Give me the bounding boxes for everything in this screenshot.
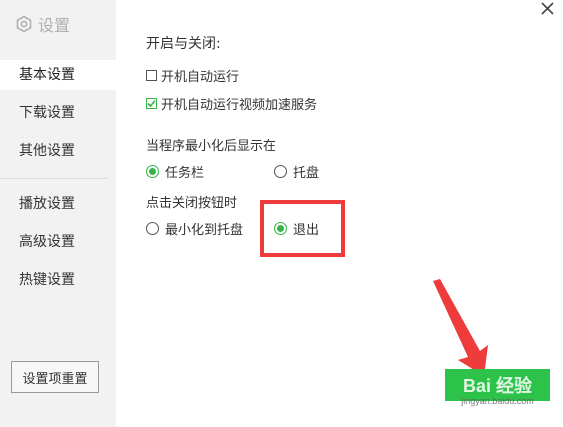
close-minimize-tray-radio[interactable] [146, 222, 159, 235]
sidebar-item-download[interactable]: 下载设置 [0, 98, 116, 128]
minimize-tray-radio-row[interactable]: 托盘 [274, 162, 319, 181]
sidebar-item-advanced[interactable]: 高级设置 [0, 227, 116, 257]
checkmark-icon [147, 99, 156, 108]
startup-section-title: 开启与关闭: [146, 36, 221, 52]
minimize-tray-radio[interactable] [274, 165, 287, 178]
reset-settings-button[interactable]: 设置项重置 [11, 361, 99, 393]
sidebar-item-hotkey[interactable]: 热键设置 [0, 265, 116, 295]
minimize-section-title: 当程序最小化后显示在 [146, 139, 277, 154]
sidebar-divider [0, 178, 108, 179]
close-exit-radio-row[interactable]: 退出 [274, 219, 319, 238]
sidebar-item-other[interactable]: 其他设置 [0, 136, 116, 166]
sidebar-item-basic[interactable]: 基本设置 [0, 60, 116, 90]
close-icon[interactable] [538, 0, 558, 20]
close-minimize-tray-radio-row[interactable]: 最小化到托盘 [146, 219, 243, 238]
minimize-taskbar-label: 任务栏 [165, 166, 205, 181]
autorun-label: 开机自动运行 [161, 70, 240, 85]
close-exit-label: 退出 [293, 223, 320, 238]
autorun-accel-checkbox-row[interactable]: 开机自动运行视频加速服务 [146, 94, 317, 113]
sidebar-title-text: 设置 [38, 16, 71, 35]
autorun-checkbox-row[interactable]: 开机自动运行 [146, 66, 239, 85]
sidebar-title: 设置 [15, 13, 70, 35]
close-exit-radio[interactable] [274, 222, 287, 235]
hexagon-gear-icon [15, 15, 33, 33]
minimize-tray-label: 托盘 [293, 166, 320, 181]
minimize-taskbar-radio[interactable] [146, 165, 159, 178]
autorun-accel-checkbox[interactable] [146, 98, 157, 109]
sidebar: 设置 基本设置 下载设置 其他设置 播放设置 高级设置 热键设置 设置项重置 [0, 0, 116, 427]
sidebar-item-playback[interactable]: 播放设置 [0, 189, 116, 219]
minimize-taskbar-radio-row[interactable]: 任务栏 [146, 162, 204, 181]
confirm-button[interactable] [445, 369, 550, 401]
close-section-title: 点击关闭按钮时 [146, 196, 238, 211]
red-arrow-annotation [433, 279, 488, 376]
autorun-accel-label: 开机自动运行视频加速服务 [161, 98, 318, 113]
settings-window: 设置 基本设置 下载设置 其他设置 播放设置 高级设置 热键设置 设置项重置 开… [0, 0, 563, 427]
close-minimize-tray-label: 最小化到托盘 [165, 223, 244, 238]
autorun-checkbox[interactable] [146, 70, 157, 81]
